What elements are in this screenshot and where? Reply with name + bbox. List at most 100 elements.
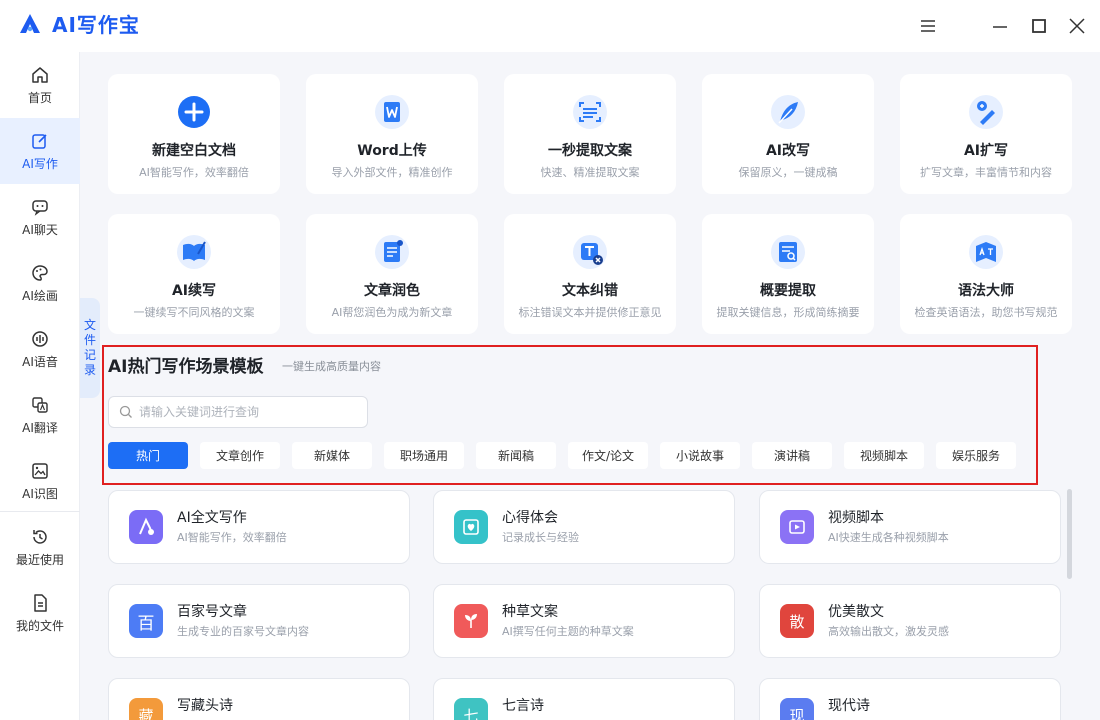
sidebar-divider <box>0 511 80 512</box>
voice-icon <box>32 331 48 347</box>
category-tab-novel[interactable]: 小说故事 <box>660 442 740 469</box>
tool-ai-rewrite[interactable]: AI改写 保留原义，一键成稿 <box>702 74 874 194</box>
template-baijiahao-article[interactable]: 百 百家号文章 生成专业的百家号文章内容 <box>108 584 410 658</box>
category-tab-speech[interactable]: 演讲稿 <box>752 442 832 469</box>
category-tab-new-media[interactable]: 新媒体 <box>292 442 372 469</box>
template-title: 现代诗 <box>828 698 870 714</box>
word-icon <box>375 95 409 129</box>
baijia-icon: 百 <box>129 604 163 638</box>
template-acrostic-poem[interactable]: 藏 写藏头诗 <box>108 678 410 720</box>
tool-desc: 快速、精准提取文案 <box>540 166 640 179</box>
sidebar-item-label: AI写作 <box>22 157 58 171</box>
template-prose[interactable]: 散 优美散文 高效输出散文，激发灵感 <box>759 584 1061 658</box>
sidebar-item-label: AI识图 <box>22 487 58 501</box>
sidebar-item-ai-translate[interactable]: AI翻译 <box>0 382 80 448</box>
template-title: 百家号文章 <box>177 604 247 620</box>
sidebar-item-ai-chat[interactable]: AI聊天 <box>0 184 80 250</box>
tool-extract-text[interactable]: 一秒提取文案 快速、精准提取文案 <box>504 74 676 194</box>
history-icon <box>33 530 47 544</box>
template-video-script[interactable]: 视频脚本 AI快速生成各种视频脚本 <box>759 490 1061 564</box>
sidebar-item-ai-image[interactable]: AI识图 <box>0 448 80 514</box>
leaf-icon <box>454 604 488 638</box>
tool-desc: AI智能写作，效率翻倍 <box>139 166 249 179</box>
sidebar-item-ai-write[interactable]: AI写作 <box>0 118 80 184</box>
template-desc: AI撰写任何主题的种草文案 <box>502 625 634 638</box>
template-ai-full-writing[interactable]: AI全文写作 AI智能写作，效率翻倍 <box>108 490 410 564</box>
tool-summary-extract[interactable]: 概要提取 提取关键信息，形成简练摘要 <box>702 214 874 334</box>
template-seven-char-poem[interactable]: 七 七言诗 <box>433 678 735 720</box>
minimize-icon <box>993 26 1007 28</box>
template-desc: 高效输出散文，激发灵感 <box>828 625 949 638</box>
template-reflection[interactable]: 心得体会 记录成长与经验 <box>433 490 735 564</box>
sidebar-item-label: AI聊天 <box>22 223 58 237</box>
tool-ai-continue[interactable]: AI续写 一键续写不同风格的文案 <box>108 214 280 334</box>
ai-write-icon <box>129 510 163 544</box>
plus-icon <box>178 96 210 128</box>
minimize-button[interactable] <box>988 14 1012 38</box>
menu-button[interactable] <box>916 14 940 38</box>
category-tab-press[interactable]: 新闻稿 <box>476 442 556 469</box>
template-section-title: AI热门写作场景模板 <box>108 357 264 377</box>
template-desc: 记录成长与经验 <box>502 531 579 544</box>
template-title: 种草文案 <box>502 604 558 620</box>
summary-icon <box>771 235 805 269</box>
main-content: 新建空白文档 AI智能写作，效率翻倍 Word上传 导入外部文件，精准创作 一秒… <box>80 52 1100 720</box>
tool-title: 语法大师 <box>958 283 1014 299</box>
app-logo-icon <box>20 14 40 33</box>
tool-title: 一秒提取文案 <box>548 143 632 159</box>
close-icon <box>1069 18 1085 34</box>
expand-icon <box>969 95 1003 129</box>
template-search-input[interactable] <box>139 405 359 419</box>
template-title: 写藏头诗 <box>177 698 233 714</box>
tool-title: AI续写 <box>171 283 217 299</box>
tool-desc: AI帮您润色为成为新文章 <box>331 306 453 319</box>
scan-icon <box>573 95 607 129</box>
template-list-scrollbar[interactable] <box>1067 489 1072 579</box>
tool-desc: 标注错误文本并提供修正意见 <box>518 306 662 319</box>
grammar-icon <box>969 235 1003 269</box>
category-tab-essay[interactable]: 作文/论文 <box>568 442 648 469</box>
sidebar-item-recent[interactable]: 最近使用 <box>0 514 80 580</box>
close-button[interactable] <box>1065 14 1089 38</box>
notebook-icon <box>454 510 488 544</box>
file-icon <box>34 594 47 612</box>
sidebar-item-my-files[interactable]: 我的文件 <box>0 580 80 646</box>
template-search-box[interactable] <box>108 396 368 428</box>
sidebar-item-ai-voice[interactable]: AI语音 <box>0 316 80 382</box>
category-tab-entertainment[interactable]: 娱乐服务 <box>936 442 1016 469</box>
tool-desc: 检查英语语法，助您书写规范 <box>914 306 1058 319</box>
template-title: 心得体会 <box>502 510 558 526</box>
tool-text-correct[interactable]: 文本纠错 标注错误文本并提供修正意见 <box>504 214 676 334</box>
poem-icon: 藏 <box>129 698 163 720</box>
sidebar-item-label: 最近使用 <box>15 553 64 567</box>
category-tab-video-script[interactable]: 视频脚本 <box>844 442 924 469</box>
tool-ai-expand[interactable]: AI扩写 扩写文章，丰富情节和内容 <box>900 74 1072 194</box>
tool-desc: 扩写文章，丰富情节和内容 <box>920 166 1052 179</box>
app-title: AI写作宝 <box>52 13 140 37</box>
category-tab-hot[interactable]: 热门 <box>108 442 188 469</box>
tool-title: 概要提取 <box>760 283 816 299</box>
chat-icon <box>32 200 48 216</box>
sidebar-item-home[interactable]: 首页 <box>0 52 80 118</box>
tool-grammar-master[interactable]: 语法大师 检查英语语法，助您书写规范 <box>900 214 1072 334</box>
template-title: 七言诗 <box>502 698 544 714</box>
category-tab-workplace[interactable]: 职场通用 <box>384 442 464 469</box>
palette-icon <box>32 265 48 281</box>
template-section-subtitle: 一键生成高质量内容 <box>282 360 381 373</box>
search-icon <box>119 405 132 418</box>
video-icon <box>780 510 814 544</box>
template-recommend-copy[interactable]: 种草文案 AI撰写任何主题的种草文案 <box>433 584 735 658</box>
feather-icon <box>771 95 805 129</box>
category-tab-article[interactable]: 文章创作 <box>200 442 280 469</box>
tool-word-upload[interactable]: Word上传 导入外部文件，精准创作 <box>306 74 478 194</box>
sidebar-item-label: AI语音 <box>22 355 58 369</box>
sidebar-item-ai-paint[interactable]: AI绘画 <box>0 250 80 316</box>
tool-new-blank-doc[interactable]: 新建空白文档 AI智能写作，效率翻倍 <box>108 74 280 194</box>
continue-icon <box>177 235 211 269</box>
tool-desc: 保留原义，一键成稿 <box>738 166 838 179</box>
tool-polish[interactable]: 文章润色 AI帮您润色为成为新文章 <box>306 214 478 334</box>
edit-icon <box>32 134 47 149</box>
sidebar: 首页 AI写作 AI聊天 AI绘画 AI语音 AI翻译 AI识图 最近使用 我的… <box>0 52 80 720</box>
template-modern-poem[interactable]: 现 现代诗 <box>759 678 1061 720</box>
maximize-button[interactable] <box>1027 14 1051 38</box>
